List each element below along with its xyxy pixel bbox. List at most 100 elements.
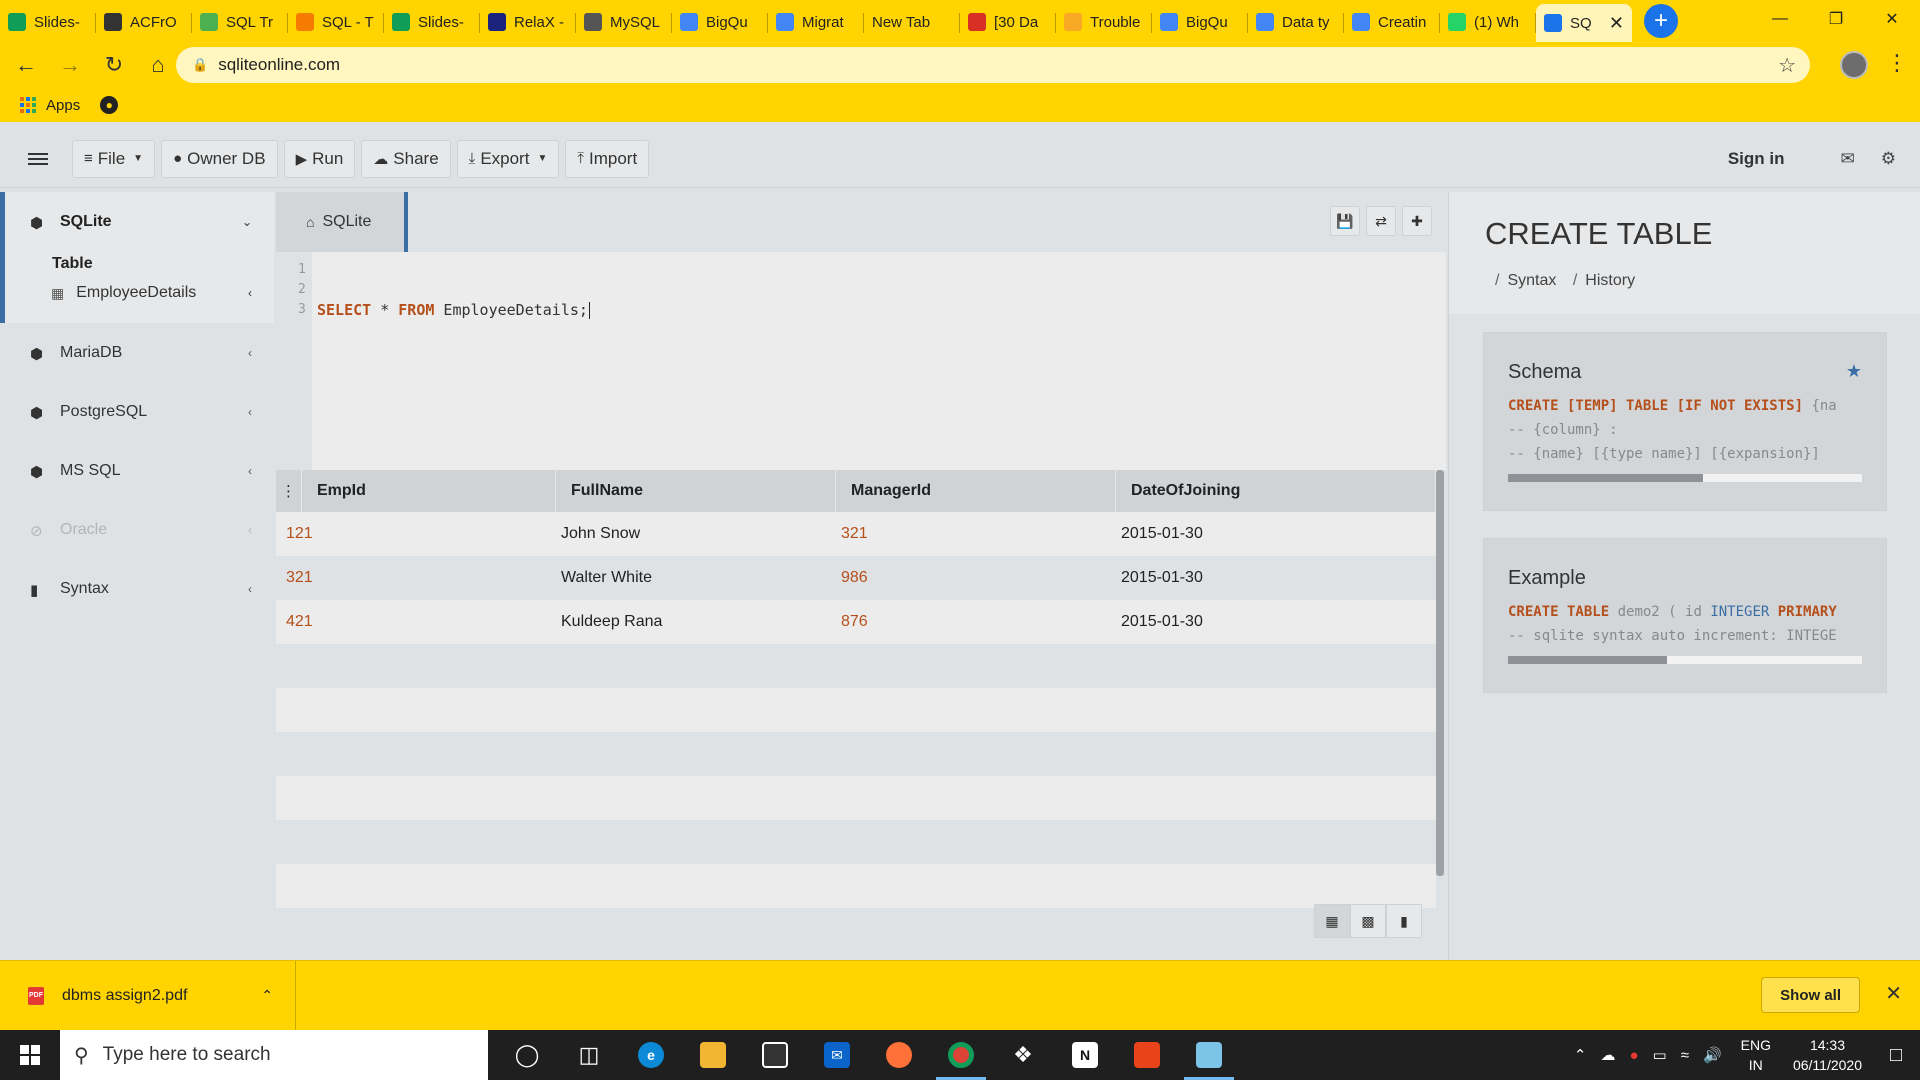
- mail-app-icon[interactable]: ✉: [806, 1030, 868, 1080]
- cell-doj[interactable]: 2015-01-30: [1116, 600, 1436, 644]
- browser-tab[interactable]: BigQu: [1152, 4, 1248, 40]
- download-item[interactable]: PDF dbms assign2.pdf ⌃: [0, 960, 296, 1031]
- cell-managerid[interactable]: 876: [836, 600, 1116, 644]
- globe-bookmark-icon[interactable]: ●: [100, 96, 119, 114]
- sql-query-line[interactable]: SELECT * FROM EmployeeDetails;: [317, 301, 590, 319]
- sidebar-item-ms-sql[interactable]: ⬢ MS SQL ‹: [0, 441, 274, 500]
- run-button[interactable]: ▶ Run: [283, 139, 356, 178]
- schema-scrollbar[interactable]: [1508, 474, 1862, 482]
- sidebar-item-mariadb[interactable]: ⬢ MariaDB ‹: [0, 323, 274, 382]
- chart-view-icon[interactable]: ▩: [1350, 904, 1386, 938]
- table-row[interactable]: 421 Kuldeep Rana 876 2015-01-30: [276, 600, 1436, 644]
- browser-tab[interactable]: Data ty: [1248, 4, 1344, 40]
- new-tab-button[interactable]: +: [1644, 4, 1678, 38]
- browser-tab[interactable]: Trouble: [1056, 4, 1152, 40]
- browser-tab[interactable]: SQL Tr: [192, 4, 288, 40]
- file-menu-button[interactable]: ≡ File ▼: [72, 139, 156, 178]
- restore-icon[interactable]: ❐: [1808, 0, 1864, 38]
- chevron-up-icon[interactable]: ⌃: [1574, 1046, 1587, 1064]
- browser-tab[interactable]: Slides-: [0, 4, 96, 40]
- cell-fullname[interactable]: Kuldeep Rana: [556, 600, 836, 644]
- chrome-icon[interactable]: [930, 1030, 992, 1080]
- office-icon[interactable]: [1116, 1030, 1178, 1080]
- browser-tab[interactable]: [30 Da: [960, 4, 1056, 40]
- language-indicator[interactable]: ENG IN: [1741, 1035, 1771, 1075]
- export-menu-button[interactable]: ⤓ Export ▼: [456, 139, 560, 178]
- column-header-empid[interactable]: EmpId: [302, 470, 556, 512]
- owner-db-button[interactable]: ● Owner DB: [161, 139, 278, 178]
- browser-tab[interactable]: RelaX -: [480, 4, 576, 40]
- browser-tab[interactable]: Creatin: [1344, 4, 1440, 40]
- edge-icon[interactable]: e: [620, 1030, 682, 1080]
- column-header-fullname[interactable]: FullName: [556, 470, 836, 512]
- browser-tab[interactable]: Migrat: [768, 4, 864, 40]
- breadcrumb-history[interactable]: History: [1585, 272, 1635, 289]
- share-button[interactable]: ☁ Share: [361, 139, 451, 178]
- volume-icon[interactable]: 🔊: [1703, 1046, 1722, 1064]
- browser-tab[interactable]: (1) Wh: [1440, 4, 1536, 40]
- address-bar[interactable]: 🔒 sqliteonline.com ☆: [176, 47, 1810, 83]
- taskbar-search[interactable]: ⚲ Type here to search: [60, 1030, 488, 1080]
- cell-empid[interactable]: 321: [276, 556, 556, 600]
- sidebar-table-employeedetails[interactable]: ▦ EmployeeDetails ‹: [5, 277, 274, 309]
- onedrive-icon[interactable]: ☁: [1600, 1046, 1615, 1064]
- table-row[interactable]: 321 Walter White 986 2015-01-30: [276, 556, 1436, 600]
- sidebar-item-sqlite[interactable]: ⬢ SQLite ⌄: [5, 192, 274, 251]
- chevron-up-icon[interactable]: ⌃: [261, 987, 273, 1004]
- gear-icon[interactable]: ⚙: [1881, 149, 1896, 169]
- firefox-icon[interactable]: [868, 1030, 930, 1080]
- table-view-icon[interactable]: ▦: [1314, 904, 1350, 938]
- results-scrollbar[interactable]: [1436, 470, 1444, 876]
- back-icon[interactable]: ←: [8, 47, 44, 83]
- notifications-icon[interactable]: □: [1872, 1030, 1920, 1080]
- url-text[interactable]: sqliteonline.com: [218, 55, 340, 75]
- browser-menu-icon[interactable]: ⋮: [1886, 50, 1908, 76]
- sign-in-link[interactable]: Sign in: [1728, 149, 1785, 169]
- add-tab-icon[interactable]: ✚: [1402, 206, 1432, 236]
- battery-icon[interactable]: ▭: [1653, 1046, 1667, 1064]
- cell-managerid[interactable]: 986: [836, 556, 1116, 600]
- sidebar-item-syntax[interactable]: ▮ Syntax ‹: [0, 559, 274, 618]
- browser-tab[interactable]: Slides-: [384, 4, 480, 40]
- profile-avatar[interactable]: [1840, 51, 1868, 79]
- tab-sqlite[interactable]: ⌂ SQLite: [276, 192, 408, 252]
- start-button[interactable]: [0, 1030, 60, 1080]
- sidebar-item-postgresql[interactable]: ⬢ PostgreSQL ‹: [0, 382, 274, 441]
- sql-editor[interactable]: 1 2 3 SELECT * FROM EmployeeDetails;: [276, 252, 1446, 470]
- breadcrumb-syntax[interactable]: Syntax: [1507, 272, 1556, 289]
- reload-icon[interactable]: ↻: [96, 47, 132, 83]
- network-error-icon[interactable]: ●: [1629, 1047, 1638, 1064]
- cell-empid[interactable]: 121: [276, 512, 556, 556]
- cell-fullname[interactable]: John Snow: [556, 512, 836, 556]
- bookmark-star-icon[interactable]: ☆: [1778, 53, 1796, 78]
- column-menu-icon[interactable]: ⋮: [276, 470, 302, 512]
- apps-bookmark[interactable]: Apps: [46, 97, 80, 114]
- notion-icon[interactable]: N: [1054, 1030, 1116, 1080]
- refresh-icon[interactable]: ⇄: [1366, 206, 1396, 236]
- dropbox-icon[interactable]: ❖: [992, 1030, 1054, 1080]
- cell-fullname[interactable]: Walter White: [556, 556, 836, 600]
- browser-tab[interactable]: ACFrO: [96, 4, 192, 40]
- cell-managerid[interactable]: 321: [836, 512, 1116, 556]
- hamburger-menu-icon[interactable]: [28, 150, 48, 168]
- browser-tab[interactable]: MySQL: [576, 4, 672, 40]
- browser-tab[interactable]: SQ ✕: [1536, 4, 1632, 42]
- store-icon[interactable]: [744, 1030, 806, 1080]
- scrollbar-thumb[interactable]: [1508, 474, 1703, 482]
- sidebar-item-oracle[interactable]: ⊘ Oracle ‹: [0, 500, 274, 559]
- book-view-icon[interactable]: ▮: [1386, 904, 1422, 938]
- column-header-dateofjoining[interactable]: DateOfJoining: [1116, 470, 1436, 512]
- example-scrollbar[interactable]: [1508, 656, 1862, 664]
- home-icon[interactable]: ⌂: [140, 47, 176, 83]
- browser-tab[interactable]: BigQu: [672, 4, 768, 40]
- mail-icon[interactable]: ✉: [1841, 149, 1855, 169]
- cell-empid[interactable]: 421: [276, 600, 556, 644]
- forward-icon[interactable]: →: [52, 47, 88, 83]
- wifi-icon[interactable]: ≈: [1681, 1047, 1689, 1064]
- apps-grid-icon[interactable]: [20, 97, 36, 113]
- show-all-button[interactable]: Show all: [1761, 977, 1860, 1013]
- task-view-icon[interactable]: ◫: [558, 1030, 620, 1080]
- cell-doj[interactable]: 2015-01-30: [1116, 512, 1436, 556]
- import-button[interactable]: ⤒ Import: [565, 139, 650, 178]
- cell-doj[interactable]: 2015-01-30: [1116, 556, 1436, 600]
